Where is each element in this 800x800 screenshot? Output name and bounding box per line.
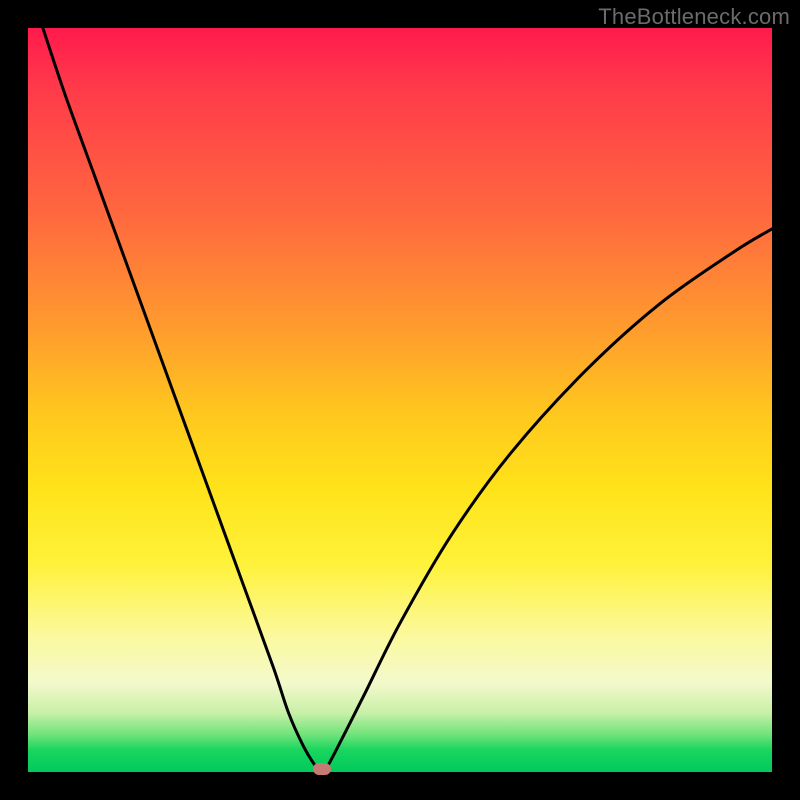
- chart-frame: TheBottleneck.com: [0, 0, 800, 800]
- bottleneck-curve: [28, 28, 772, 772]
- plot-area: [28, 28, 772, 772]
- optimum-marker: [313, 763, 331, 775]
- watermark-text: TheBottleneck.com: [598, 4, 790, 30]
